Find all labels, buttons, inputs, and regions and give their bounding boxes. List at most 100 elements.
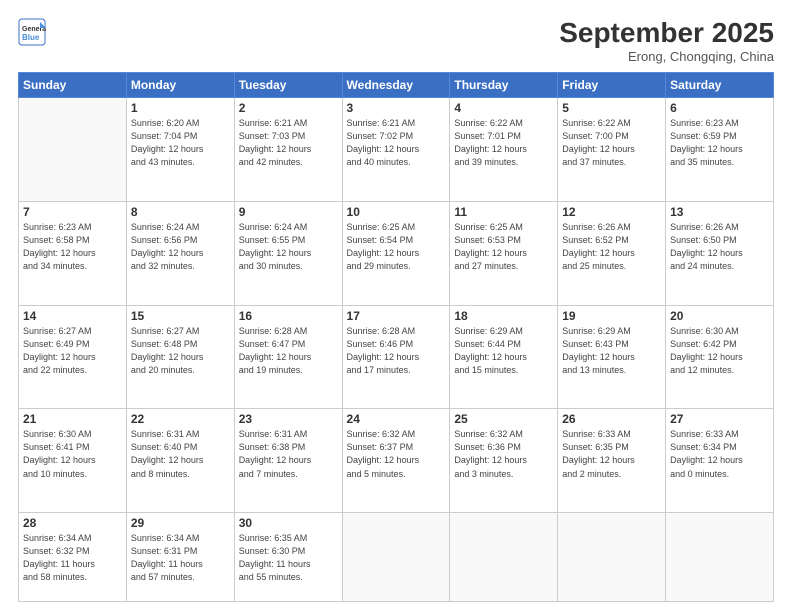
- calendar-cell: 7 Sunrise: 6:23 AMSunset: 6:58 PMDaylight…: [19, 201, 127, 305]
- day-detail: Sunrise: 6:33 AMSunset: 6:34 PMDaylight:…: [670, 428, 769, 480]
- calendar-cell: [450, 513, 558, 602]
- day-number: 4: [454, 101, 553, 115]
- calendar-cell: 3 Sunrise: 6:21 AMSunset: 7:02 PMDaylight…: [342, 97, 450, 201]
- day-number: 9: [239, 205, 338, 219]
- day-detail: Sunrise: 6:29 AMSunset: 6:43 PMDaylight:…: [562, 325, 661, 377]
- calendar-cell: 15 Sunrise: 6:27 AMSunset: 6:48 PMDayligh…: [126, 305, 234, 409]
- day-number: 22: [131, 412, 230, 426]
- calendar-cell: 16Sunrise: 6:28 AMSunset: 6:47 PMDayligh…: [234, 305, 342, 409]
- day-detail: Sunrise: 6:24 AMSunset: 6:56 PMDaylight:…: [131, 221, 230, 273]
- calendar-cell: 8 Sunrise: 6:24 AMSunset: 6:56 PMDaylight…: [126, 201, 234, 305]
- calendar-cell: 21Sunrise: 6:30 AMSunset: 6:41 PMDayligh…: [19, 409, 127, 513]
- day-number: 6: [670, 101, 769, 115]
- day-detail: Sunrise: 6:25 AMSunset: 6:53 PMDaylight:…: [454, 221, 553, 273]
- day-detail: Sunrise: 6:24 AMSunset: 6:55 PMDaylight:…: [239, 221, 338, 273]
- calendar-cell: 12 Sunrise: 6:26 AMSunset: 6:52 PMDayligh…: [558, 201, 666, 305]
- day-detail: Sunrise: 6:20 AMSunset: 7:04 PMDaylight:…: [131, 117, 230, 169]
- day-detail: Sunrise: 6:28 AMSunset: 6:47 PMDaylight:…: [239, 325, 338, 377]
- day-detail: Sunrise: 6:31 AMSunset: 6:40 PMDaylight:…: [131, 428, 230, 480]
- calendar-cell: 19 Sunrise: 6:29 AMSunset: 6:43 PMDayligh…: [558, 305, 666, 409]
- day-detail: Sunrise: 6:23 AMSunset: 6:58 PMDaylight:…: [23, 221, 122, 273]
- calendar-cell: 27 Sunrise: 6:33 AMSunset: 6:34 PMDayligh…: [666, 409, 774, 513]
- day-number: 13: [670, 205, 769, 219]
- weekday-header-friday: Friday: [558, 72, 666, 97]
- day-number: 19: [562, 309, 661, 323]
- weekday-header-row: SundayMondayTuesdayWednesdayThursdayFrid…: [19, 72, 774, 97]
- calendar-cell: 22 Sunrise: 6:31 AMSunset: 6:40 PMDayligh…: [126, 409, 234, 513]
- day-detail: Sunrise: 6:31 AMSunset: 6:38 PMDaylight:…: [239, 428, 338, 480]
- calendar-cell: 20Sunrise: 6:30 AMSunset: 6:42 PMDayligh…: [666, 305, 774, 409]
- page: General Blue September 2025 Erong, Chong…: [0, 0, 792, 612]
- day-detail: Sunrise: 6:22 AMSunset: 7:01 PMDaylight:…: [454, 117, 553, 169]
- calendar-cell: 2 Sunrise: 6:21 AMSunset: 7:03 PMDaylight…: [234, 97, 342, 201]
- day-number: 7: [23, 205, 122, 219]
- calendar-cell: [558, 513, 666, 602]
- logo-icon: General Blue: [18, 18, 46, 46]
- calendar-cell: 6 Sunrise: 6:23 AMSunset: 6:59 PMDaylight…: [666, 97, 774, 201]
- calendar-cell: [666, 513, 774, 602]
- day-number: 14: [23, 309, 122, 323]
- day-number: 25: [454, 412, 553, 426]
- day-number: 29: [131, 516, 230, 530]
- day-detail: Sunrise: 6:27 AMSunset: 6:48 PMDaylight:…: [131, 325, 230, 377]
- day-detail: Sunrise: 6:35 AMSunset: 6:30 PMDaylight:…: [239, 532, 338, 584]
- day-number: 26: [562, 412, 661, 426]
- day-detail: Sunrise: 6:29 AMSunset: 6:44 PMDaylight:…: [454, 325, 553, 377]
- calendar-cell: 23 Sunrise: 6:31 AMSunset: 6:38 PMDayligh…: [234, 409, 342, 513]
- day-detail: Sunrise: 6:22 AMSunset: 7:00 PMDaylight:…: [562, 117, 661, 169]
- calendar-cell: [19, 97, 127, 201]
- location-subtitle: Erong, Chongqing, China: [559, 49, 774, 64]
- day-detail: Sunrise: 6:30 AMSunset: 6:42 PMDaylight:…: [670, 325, 769, 377]
- day-number: 1: [131, 101, 230, 115]
- day-detail: Sunrise: 6:21 AMSunset: 7:03 PMDaylight:…: [239, 117, 338, 169]
- day-detail: Sunrise: 6:26 AMSunset: 6:50 PMDaylight:…: [670, 221, 769, 273]
- weekday-header-saturday: Saturday: [666, 72, 774, 97]
- day-number: 17: [347, 309, 446, 323]
- calendar-cell: 17 Sunrise: 6:28 AMSunset: 6:46 PMDayligh…: [342, 305, 450, 409]
- weekday-header-sunday: Sunday: [19, 72, 127, 97]
- day-detail: Sunrise: 6:30 AMSunset: 6:41 PMDaylight:…: [23, 428, 122, 480]
- weekday-header-monday: Monday: [126, 72, 234, 97]
- calendar-cell: 30Sunrise: 6:35 AMSunset: 6:30 PMDayligh…: [234, 513, 342, 602]
- day-number: 11: [454, 205, 553, 219]
- day-detail: Sunrise: 6:23 AMSunset: 6:59 PMDaylight:…: [670, 117, 769, 169]
- header: General Blue September 2025 Erong, Chong…: [18, 18, 774, 64]
- calendar-cell: 25Sunrise: 6:32 AMSunset: 6:36 PMDayligh…: [450, 409, 558, 513]
- day-detail: Sunrise: 6:34 AMSunset: 6:32 PMDaylight:…: [23, 532, 122, 584]
- day-number: 5: [562, 101, 661, 115]
- day-detail: Sunrise: 6:33 AMSunset: 6:35 PMDaylight:…: [562, 428, 661, 480]
- day-detail: Sunrise: 6:21 AMSunset: 7:02 PMDaylight:…: [347, 117, 446, 169]
- day-number: 27: [670, 412, 769, 426]
- day-detail: Sunrise: 6:28 AMSunset: 6:46 PMDaylight:…: [347, 325, 446, 377]
- title-block: September 2025 Erong, Chongqing, China: [559, 18, 774, 64]
- day-number: 2: [239, 101, 338, 115]
- day-detail: Sunrise: 6:27 AMSunset: 6:49 PMDaylight:…: [23, 325, 122, 377]
- day-detail: Sunrise: 6:26 AMSunset: 6:52 PMDaylight:…: [562, 221, 661, 273]
- day-number: 23: [239, 412, 338, 426]
- calendar-cell: 18 Sunrise: 6:29 AMSunset: 6:44 PMDayligh…: [450, 305, 558, 409]
- day-number: 3: [347, 101, 446, 115]
- day-number: 15: [131, 309, 230, 323]
- calendar-cell: 26 Sunrise: 6:33 AMSunset: 6:35 PMDayligh…: [558, 409, 666, 513]
- day-number: 18: [454, 309, 553, 323]
- day-number: 24: [347, 412, 446, 426]
- day-number: 10: [347, 205, 446, 219]
- weekday-header-tuesday: Tuesday: [234, 72, 342, 97]
- calendar-cell: 11 Sunrise: 6:25 AMSunset: 6:53 PMDayligh…: [450, 201, 558, 305]
- calendar-table: SundayMondayTuesdayWednesdayThursdayFrid…: [18, 72, 774, 602]
- calendar-cell: 29Sunrise: 6:34 AMSunset: 6:31 PMDayligh…: [126, 513, 234, 602]
- calendar-cell: 14 Sunrise: 6:27 AMSunset: 6:49 PMDayligh…: [19, 305, 127, 409]
- calendar-cell: 1 Sunrise: 6:20 AMSunset: 7:04 PMDaylight…: [126, 97, 234, 201]
- calendar-cell: 28 Sunrise: 6:34 AMSunset: 6:32 PMDayligh…: [19, 513, 127, 602]
- calendar-cell: 9 Sunrise: 6:24 AMSunset: 6:55 PMDaylight…: [234, 201, 342, 305]
- day-number: 12: [562, 205, 661, 219]
- logo: General Blue: [18, 18, 46, 46]
- svg-text:Blue: Blue: [22, 33, 40, 42]
- weekday-header-wednesday: Wednesday: [342, 72, 450, 97]
- calendar-cell: [342, 513, 450, 602]
- day-number: 28: [23, 516, 122, 530]
- day-number: 8: [131, 205, 230, 219]
- calendar-cell: 5 Sunrise: 6:22 AMSunset: 7:00 PMDaylight…: [558, 97, 666, 201]
- calendar-cell: 10Sunrise: 6:25 AMSunset: 6:54 PMDayligh…: [342, 201, 450, 305]
- calendar-cell: 4 Sunrise: 6:22 AMSunset: 7:01 PMDaylight…: [450, 97, 558, 201]
